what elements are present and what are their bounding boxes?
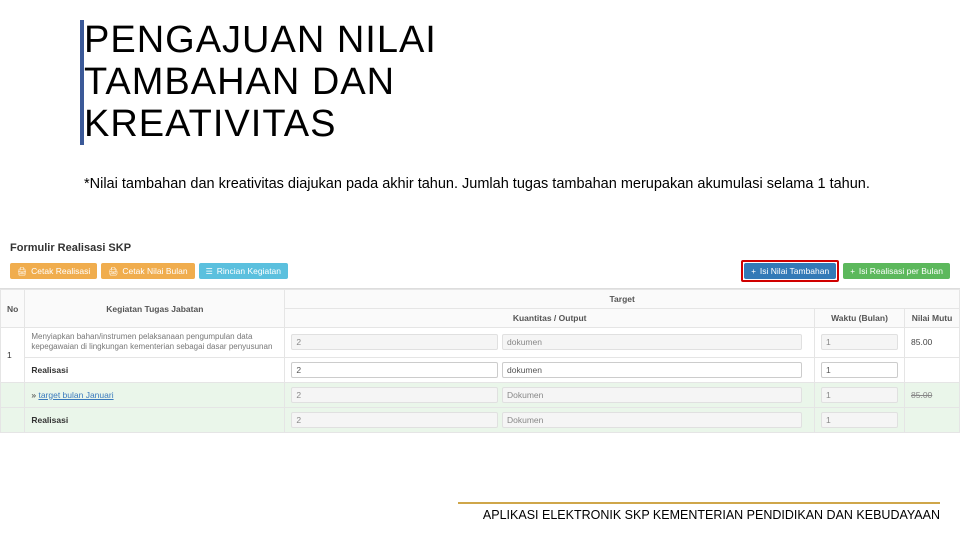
unit-input[interactable]: Dokumen: [502, 412, 802, 428]
row-no: 1: [1, 328, 25, 383]
panel-heading: Formulir Realisasi SKP: [0, 238, 960, 260]
cetak-nilai-bulan-button[interactable]: 🖨 Cetak Nilai Bulan: [101, 263, 194, 279]
nilai-mutu: 85.00: [905, 328, 960, 358]
toolbar: 🖨 Cetak Realisasi 🖨 Cetak Nilai Bulan ☰ …: [0, 260, 960, 289]
target-bulan-link[interactable]: target bulan Januari: [38, 390, 113, 400]
rincian-kegiatan-label: Rincian Kegiatan: [217, 266, 281, 276]
isi-realisasi-bulan-label: Isi Realisasi per Bulan: [859, 266, 943, 276]
table-row: Realisasi 2 Dokumen 1: [1, 407, 960, 432]
col-waktu: Waktu (Bulan): [815, 309, 905, 328]
waktu-input[interactable]: 1: [821, 412, 898, 428]
table-row: 1 Menyiapkan bahan/instrumen pelaksanaan…: [1, 328, 960, 358]
waktu-input[interactable]: 1: [821, 362, 898, 378]
cetak-realisasi-label: Cetak Realisasi: [31, 266, 90, 276]
unit-input[interactable]: dokumen: [502, 362, 802, 378]
waktu-input[interactable]: 1: [821, 334, 898, 350]
qty-input[interactable]: 2: [291, 387, 498, 403]
col-no: No: [1, 290, 25, 328]
slide-note: *Nilai tambahan dan kreativitas diajukan…: [84, 175, 930, 195]
qty-input[interactable]: 2: [291, 412, 498, 428]
col-kuantitas: Kuantitas / Output: [285, 309, 815, 328]
nilai-mutu: 85.00: [905, 382, 960, 407]
plus-icon: +: [850, 267, 855, 276]
isi-realisasi-bulan-button[interactable]: + Isi Realisasi per Bulan: [843, 263, 950, 279]
col-nilai: Nilai Mutu: [905, 309, 960, 328]
rincian-kegiatan-button[interactable]: ☰ Rincian Kegiatan: [199, 263, 288, 279]
print-icon: 🖨: [17, 267, 27, 276]
footer-text: APLIKASI ELEKTRONIK SKP KEMENTERIAN PEND…: [458, 502, 940, 522]
isi-nilai-tambahan-label: Isi Nilai Tambahan: [760, 266, 829, 276]
isi-nilai-tambahan-button[interactable]: + Isi Nilai Tambahan: [744, 263, 836, 279]
cetak-realisasi-button[interactable]: 🖨 Cetak Realisasi: [10, 263, 97, 279]
qty-input[interactable]: 2: [291, 362, 498, 378]
waktu-input[interactable]: 1: [821, 387, 898, 403]
qty-input[interactable]: 2: [291, 334, 498, 350]
unit-input[interactable]: dokumen: [502, 334, 802, 350]
col-target: Target: [285, 290, 960, 309]
list-icon: ☰: [206, 267, 213, 276]
print-icon: 🖨: [108, 267, 118, 276]
realisasi-label: Realisasi: [31, 415, 68, 425]
col-kegiatan: Kegiatan Tugas Jabatan: [25, 290, 285, 328]
plus-icon: +: [751, 267, 756, 276]
realisasi-label: Realisasi: [31, 365, 68, 375]
bullet-icon: »: [31, 390, 36, 400]
slide-title: PENGAJUAN NILAI TAMBAHAN DAN KREATIVITAS: [80, 20, 437, 145]
title-line-1: PENGAJUAN NILAI: [84, 19, 437, 61]
highlight-box: + Isi Nilai Tambahan: [741, 260, 839, 282]
skp-table: No Kegiatan Tugas Jabatan Target Kuantit…: [0, 289, 960, 433]
title-line-2: TAMBAHAN DAN: [84, 61, 395, 103]
form-panel: Formulir Realisasi SKP 🖨 Cetak Realisasi…: [0, 238, 960, 433]
unit-input[interactable]: Dokumen: [502, 387, 802, 403]
cetak-nilai-bulan-label: Cetak Nilai Bulan: [122, 266, 187, 276]
title-line-3: KREATIVITAS: [84, 103, 336, 145]
table-row: » target bulan Januari 2 Dokumen 1 85.00: [1, 382, 960, 407]
table-row: Realisasi 2 dokumen 1: [1, 357, 960, 382]
task-description: Menyiapkan bahan/instrumen pelaksanaan p…: [25, 328, 285, 358]
